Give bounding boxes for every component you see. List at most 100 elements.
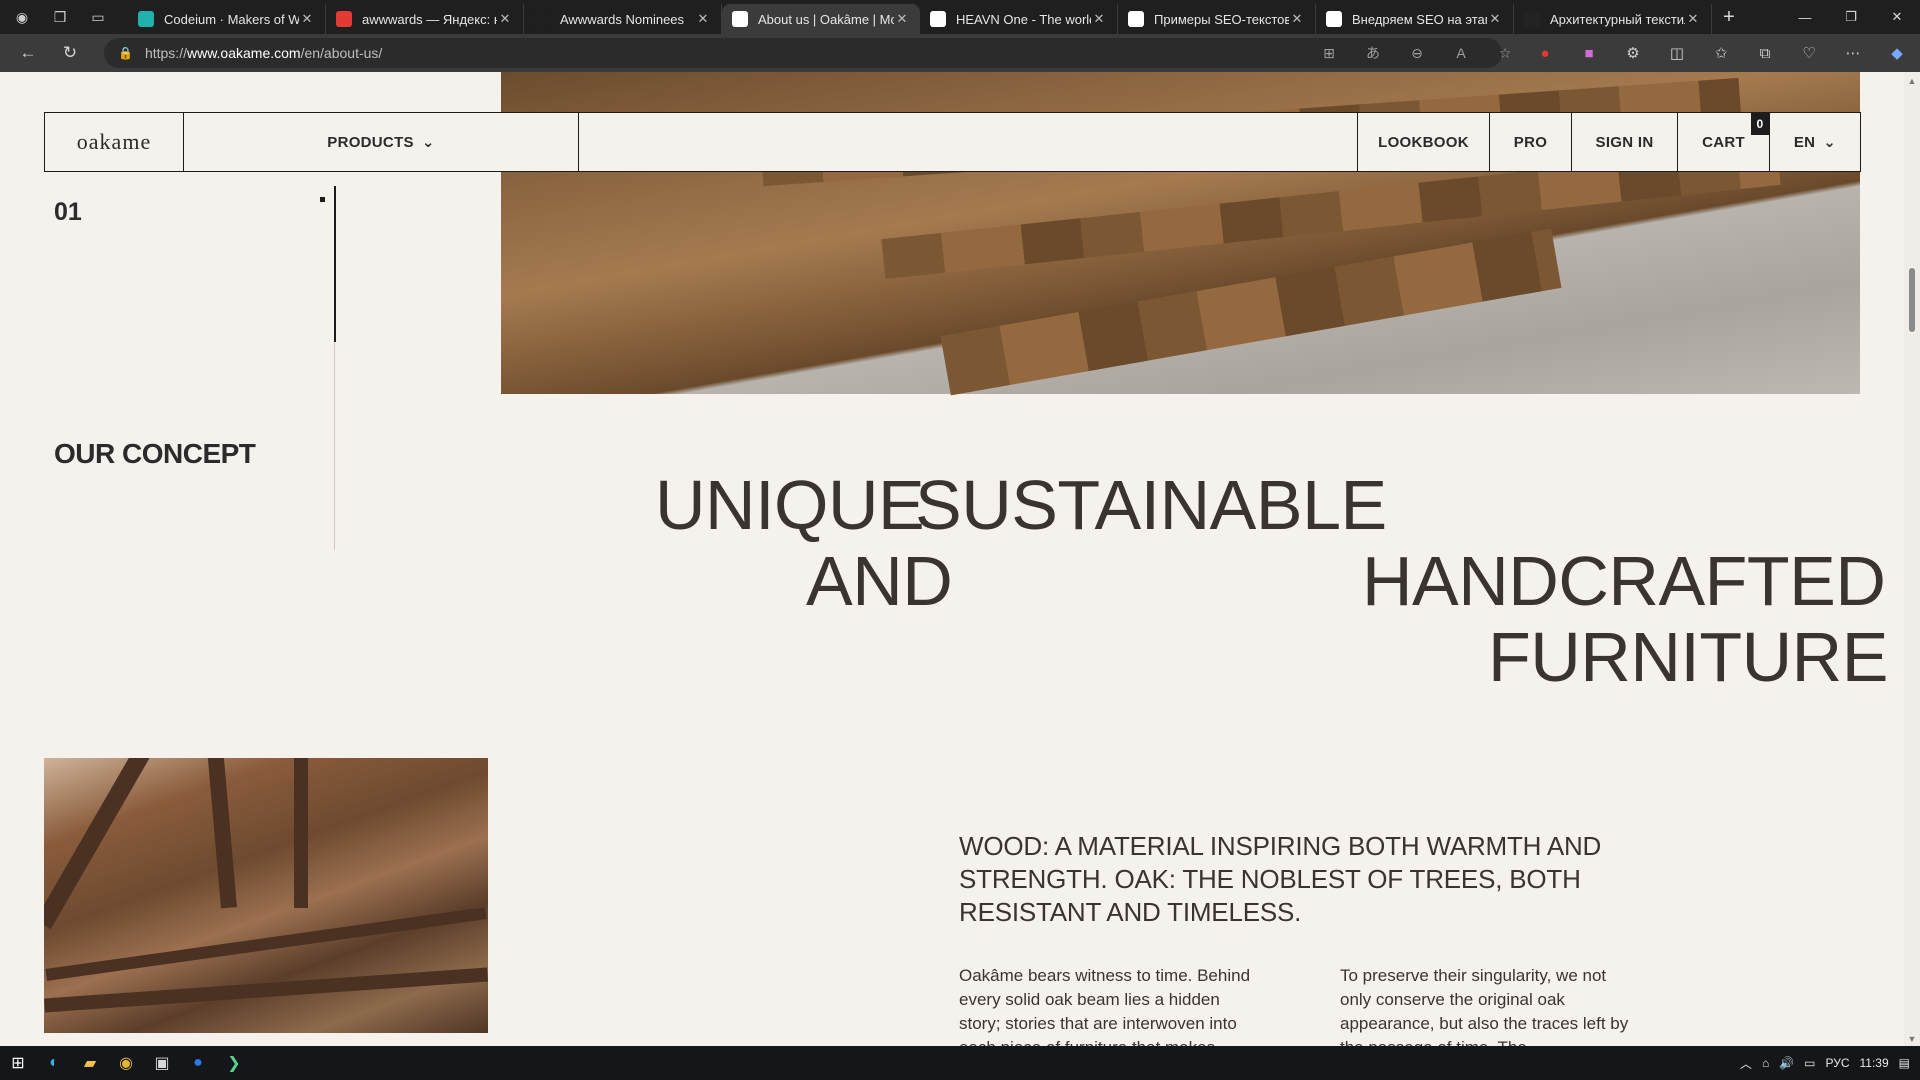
volume-icon[interactable]: 🔊 [1779, 1056, 1794, 1070]
browser-tab[interactable]: Примеры SEO-текстов д ✕ [1118, 4, 1316, 34]
new-tab-button[interactable]: + [1712, 6, 1746, 29]
pro-link[interactable]: PRO [1490, 113, 1572, 171]
tab-favicon-icon [1326, 11, 1342, 27]
address-bar: ← ↻ 🔒 https://www.oakame.com/en/about-us… [0, 34, 1920, 72]
scrollbar-thumb[interactable] [1909, 268, 1915, 332]
browser-tabbar: ◉ ❒ ▭ Codeium · Makers of Win ✕ awwwards —… [0, 0, 1920, 34]
cart-label: CART [1702, 133, 1745, 151]
browser-tab[interactable]: Внедряем SEO на этапе ✕ [1316, 4, 1514, 34]
page-scrollbar[interactable]: ▲ ▼ [1904, 72, 1920, 1046]
close-tab-icon[interactable]: ✕ [1487, 11, 1503, 27]
tab-favicon-icon [732, 11, 748, 27]
language-selector[interactable]: EN ⌄ [1770, 113, 1860, 171]
products-label: PRODUCTS [327, 133, 414, 151]
close-tab-icon[interactable]: ✕ [695, 11, 711, 27]
browser-tab[interactable]: awwwards — Яндекс: наш✕ [326, 4, 524, 34]
windows-taskbar: ⊞ ◐ ▰ ◉ ▣ ● ❯ ︿ ⌂ 🔊 ▭ РУС 11:39 ▤ [0, 1046, 1920, 1080]
close-tab-icon[interactable]: ✕ [894, 11, 910, 27]
zoom-icon[interactable]: ⊖ [1402, 38, 1432, 68]
site-logo[interactable]: oakame [45, 113, 184, 171]
sign-in-link[interactable]: SIGN IN [1572, 113, 1678, 171]
wifi-icon[interactable]: ▭ [1804, 1056, 1815, 1070]
favorite-star-icon[interactable]: ☆ [1490, 38, 1520, 68]
body-column-2: To preserve their singularity, we not on… [1340, 966, 1629, 1046]
url-prefix: https:// [144, 45, 187, 61]
extension-red-icon[interactable]: ● [1530, 38, 1560, 68]
chrome-icon[interactable]: ◉ [108, 1046, 144, 1080]
network-icon[interactable]: ⌂ [1762, 1056, 1769, 1070]
lookbook-link[interactable]: LOOKBOOK [1358, 113, 1490, 171]
translate-icon[interactable]: あ [1358, 38, 1388, 68]
url-path: /en/about-us/ [300, 45, 383, 61]
headline-unique: UNIQUE [655, 466, 925, 544]
body-column-1: Oakâme bears witness to time. Behind eve… [959, 966, 1251, 1046]
section-progress-fill [334, 186, 336, 342]
cart-link[interactable]: CART 0 [1678, 113, 1770, 171]
file-explorer-icon[interactable]: ▰ [72, 1046, 108, 1080]
close-tab-icon[interactable]: ✕ [497, 11, 513, 27]
wood-quote: WOOD: A MATERIAL INSPIRING BOTH WARMTH A… [959, 831, 1602, 927]
close-tab-icon[interactable]: ✕ [299, 11, 315, 27]
app-available-icon[interactable]: ⊞ [1314, 38, 1344, 68]
collections-icon[interactable]: ⧉ [1750, 38, 1780, 68]
page-viewport: oakame PRODUCTS ⌄ LOOKBOOK PRO SIGN IN C… [0, 72, 1920, 1046]
keyboard-language[interactable]: РУС [1825, 1056, 1849, 1070]
browser-tab[interactable]: Awwwards Nominees ✕ [524, 4, 722, 34]
section-number: 01 [54, 198, 82, 226]
clock[interactable]: 11:39 [1860, 1056, 1889, 1070]
minimize-button[interactable]: — [1782, 0, 1828, 34]
app-icon[interactable]: ▣ [144, 1046, 180, 1080]
close-tab-icon[interactable]: ✕ [1091, 11, 1107, 27]
tab-title: About us | Oakâme | Mob [758, 11, 894, 27]
header-spacer [579, 113, 1358, 171]
tray-chevron-icon[interactable]: ︿ [1740, 1055, 1752, 1072]
tab-favicon-icon [1524, 11, 1540, 27]
extensions-icon[interactable]: ⚙ [1618, 38, 1648, 68]
app-blue-icon[interactable]: ● [180, 1046, 216, 1080]
chevron-down-icon: ⌄ [421, 134, 435, 151]
browser-tab[interactable]: Архитектурный текстиль ✕ [1514, 4, 1712, 34]
progress-dot [320, 197, 325, 202]
restore-button[interactable]: ❐ [1828, 0, 1874, 34]
tab-title: HEAVN One - The world's [956, 11, 1091, 27]
chevron-down-icon: ⌄ [1823, 134, 1837, 151]
scroll-up-icon[interactable]: ▲ [1907, 76, 1917, 86]
tab-favicon-icon [1128, 11, 1144, 27]
extension-gradient-icon[interactable]: ■ [1574, 38, 1604, 68]
edge-icon[interactable]: ◐ [36, 1046, 72, 1080]
browser-essentials-icon[interactable]: ♡ [1794, 38, 1824, 68]
read-aloud-icon[interactable]: A [1446, 38, 1476, 68]
notifications-icon[interactable]: ▤ [1899, 1056, 1910, 1070]
products-menu[interactable]: PRODUCTS ⌄ [184, 113, 579, 171]
back-icon[interactable]: ← [10, 38, 46, 68]
app-green-icon[interactable]: ❯ [216, 1046, 252, 1080]
headline-and: AND [806, 542, 953, 620]
scroll-down-icon[interactable]: ▼ [1907, 1034, 1917, 1044]
close-tab-icon[interactable]: ✕ [1289, 11, 1305, 27]
refresh-icon[interactable]: ↻ [52, 38, 88, 68]
browser-tab[interactable]: Codeium · Makers of Win ✕ [128, 4, 326, 34]
tab-favicon-icon [336, 11, 352, 27]
copilot-icon[interactable]: ◆ [1882, 38, 1912, 68]
tab-favicon-icon [930, 11, 946, 27]
close-window-button[interactable]: ✕ [1874, 0, 1920, 34]
headline-sustainable: SUSTAINABLE [915, 466, 1387, 544]
attic-beams-image [44, 758, 488, 1033]
workspaces-icon[interactable]: ❒ [48, 5, 72, 29]
profile-icon[interactable]: ◉ [10, 5, 34, 29]
url-field[interactable]: 🔒 https://www.oakame.com/en/about-us/ [104, 38, 1502, 68]
language-label: EN [1793, 133, 1816, 151]
section-title: OUR CONCEPT [54, 438, 256, 469]
split-screen-icon[interactable]: ◫ [1662, 38, 1692, 68]
browser-tab[interactable]: HEAVN One - The world's ✕ [920, 4, 1118, 34]
tab-actions-icon[interactable]: ▭ [86, 5, 110, 29]
browser-tab[interactable]: About us | Oakâme | Mob ✕ [722, 4, 920, 34]
start-icon[interactable]: ⊞ [0, 1046, 36, 1080]
tab-favicon-icon [534, 11, 550, 27]
tab-favicon-icon [138, 11, 154, 27]
favorites-icon[interactable]: ✩ [1706, 38, 1736, 68]
tab-title: Архитектурный текстиль [1550, 11, 1685, 27]
close-tab-icon[interactable]: ✕ [1685, 11, 1701, 27]
more-menu-icon[interactable]: ⋯ [1838, 38, 1868, 68]
headline-furniture: FURNITURE [1488, 618, 1888, 696]
